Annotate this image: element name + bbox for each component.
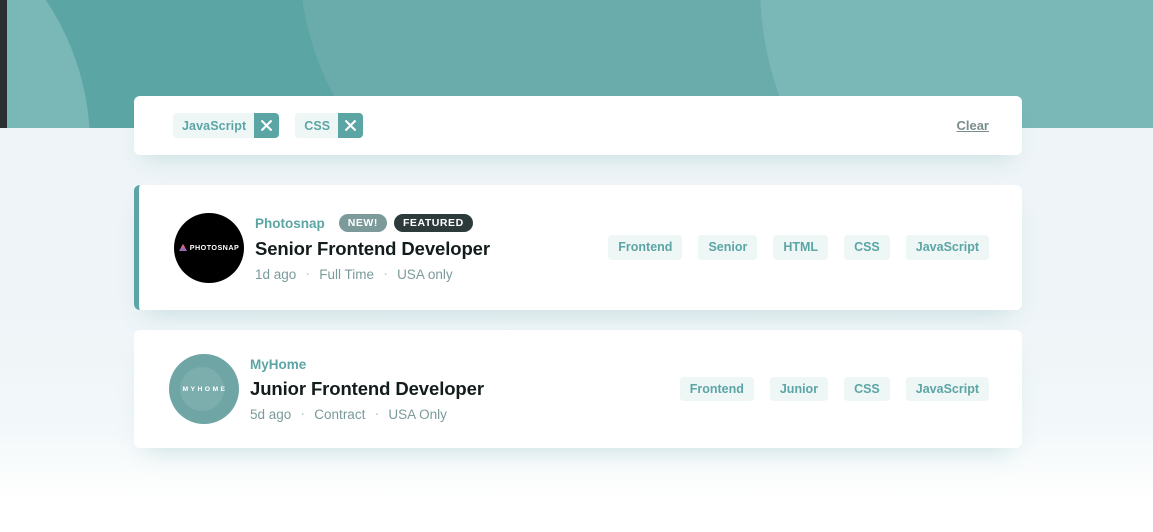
job-contract: Full Time (319, 266, 375, 282)
clear-filters-button[interactable]: Clear (956, 118, 989, 133)
remove-filter-css-button[interactable] (338, 113, 364, 138)
job-tag[interactable]: JavaScript (905, 235, 989, 260)
company-name: Photosnap (255, 215, 325, 231)
job-badges: NEW! FEATURED (338, 214, 473, 232)
job-meta: 1d ago · Full Time · USA only (255, 264, 490, 282)
company-logo-myhome: MYHOME (169, 354, 239, 424)
company-logo-wrapper: MYHOME (160, 354, 248, 424)
filter-bar: JavaScript CSS Clear (134, 96, 1022, 155)
meta-separator: · (305, 264, 311, 282)
filter-pill-javascript: JavaScript (173, 113, 280, 138)
window-edge-strip (0, 0, 7, 128)
job-tag-list: Frontend Junior CSS JavaScript (679, 376, 989, 402)
job-tag[interactable]: HTML (773, 235, 829, 260)
filter-pill-label: CSS (295, 113, 339, 138)
job-topline: Photosnap NEW! FEATURED (255, 214, 490, 232)
job-tag[interactable]: CSS (844, 376, 890, 402)
company-logo-label: PHOTOSNAP (189, 243, 240, 252)
header-decorative-circle-2 (0, 0, 90, 128)
meta-separator: · (300, 405, 306, 422)
job-card[interactable]: PHOTOSNAP Photosnap NEW! FEATURED Senior… (134, 185, 1022, 310)
job-posted-at: 5d ago (250, 407, 292, 422)
job-card[interactable]: MYHOME MyHome Junior Frontend Developer … (134, 330, 1022, 448)
job-tag[interactable]: CSS (844, 235, 890, 260)
filter-pill-css: CSS (295, 113, 364, 138)
filter-pill-label: JavaScript (173, 113, 255, 138)
job-tag[interactable]: Junior (769, 376, 829, 402)
company-logo-photosnap: PHOTOSNAP (174, 212, 244, 283)
meta-separator: · (374, 405, 380, 422)
remove-filter-javascript-button[interactable] (254, 113, 280, 138)
status-badge-new: NEW! (338, 214, 387, 232)
status-badge-featured: FEATURED (393, 214, 473, 232)
job-location: USA only (397, 266, 453, 282)
job-tag[interactable]: Frontend (608, 235, 683, 260)
meta-separator: · (383, 264, 389, 282)
logo-text-row: PHOTOSNAP (178, 243, 240, 252)
company-logo-wrapper: PHOTOSNAP (165, 212, 253, 283)
job-info: MyHome Junior Frontend Developer 5d ago … (250, 356, 484, 422)
job-meta: 5d ago · Contract · USA Only (250, 405, 484, 422)
close-icon (261, 120, 273, 131)
job-contract: Contract (314, 407, 366, 422)
job-posted-at: 1d ago (255, 266, 297, 282)
company-logo-label: MYHOME (182, 385, 228, 393)
close-icon (345, 120, 357, 131)
company-name: MyHome (250, 357, 307, 372)
job-tag[interactable]: Frontend (679, 376, 754, 402)
job-title[interactable]: Junior Frontend Developer (250, 378, 484, 400)
job-tag-list: Frontend Senior HTML CSS JavaScript (608, 235, 989, 260)
triangle-icon (178, 244, 187, 251)
job-tag[interactable]: Senior (698, 235, 758, 260)
job-title[interactable]: Senior Frontend Developer (255, 238, 490, 260)
job-tag[interactable]: JavaScript (905, 376, 989, 402)
job-location: USA Only (388, 407, 447, 422)
job-topline: MyHome (250, 357, 484, 372)
job-info: Photosnap NEW! FEATURED Senior Frontend … (255, 213, 490, 282)
active-filter-list: JavaScript CSS (173, 113, 956, 138)
